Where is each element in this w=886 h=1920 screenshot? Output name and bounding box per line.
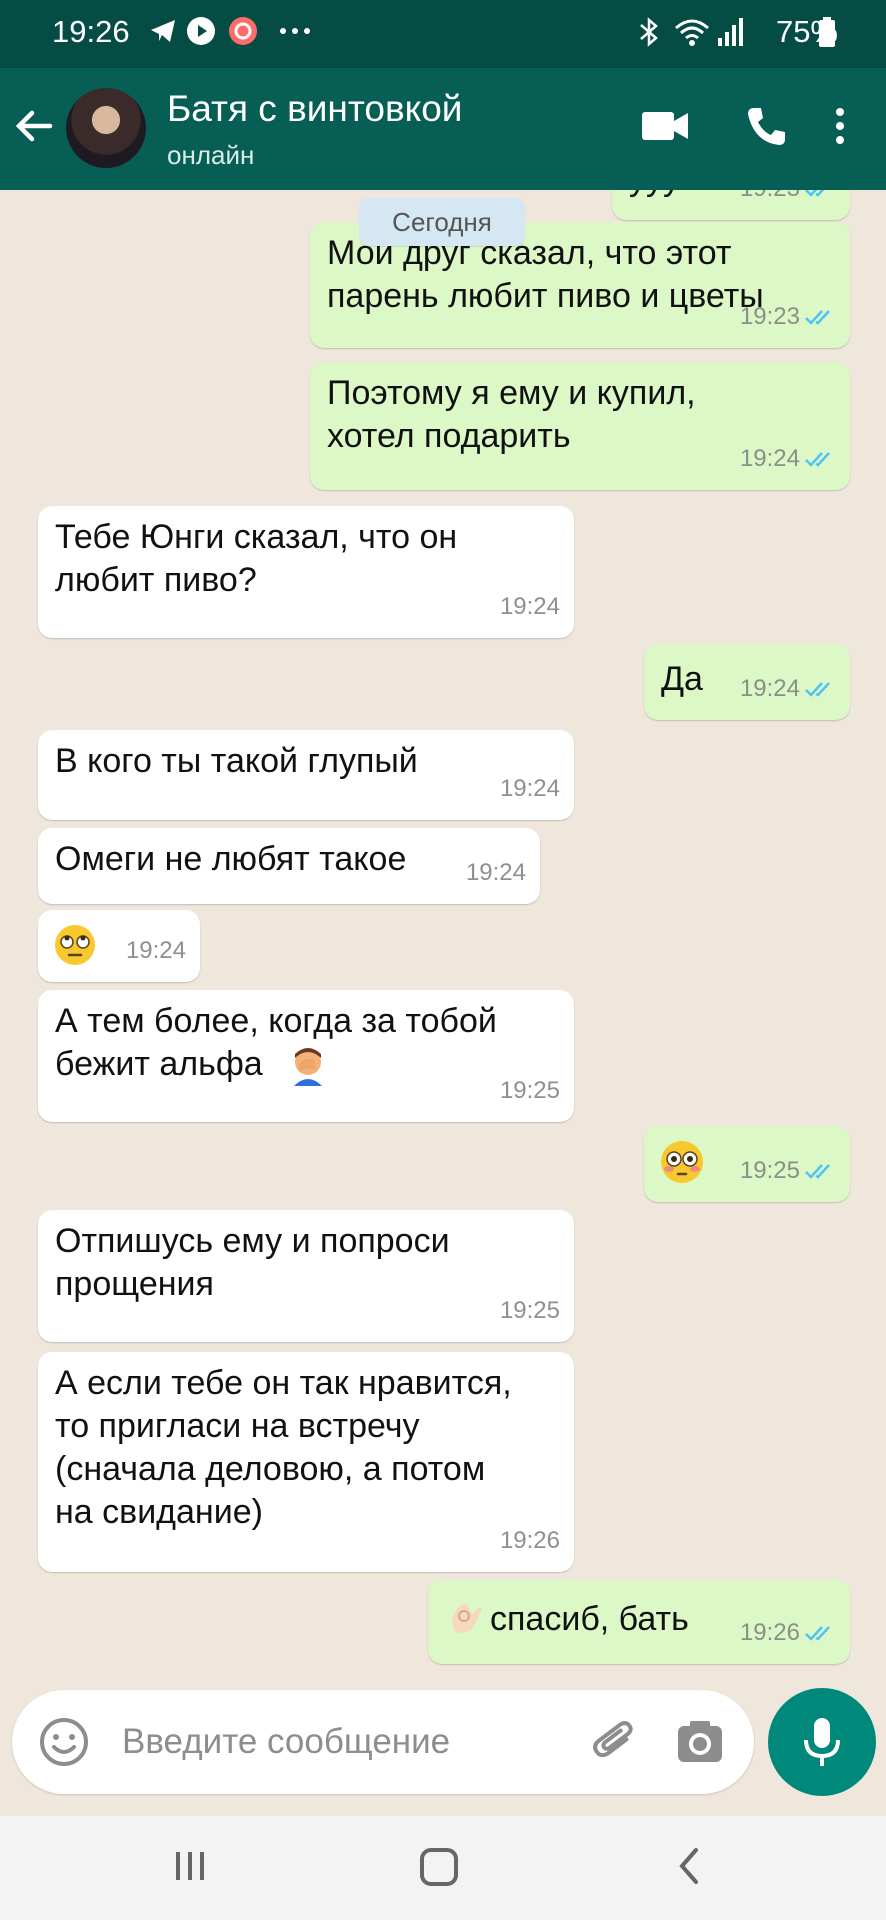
message-bubble-incoming[interactable]: А тем более, когда за тобой бежит альфа … xyxy=(38,990,574,1122)
message-text: В кого ты такой глупый xyxy=(55,742,418,780)
message-meta: 19:25 xyxy=(500,1289,560,1332)
message-meta: 19:24 xyxy=(740,437,836,480)
message-text: Отпишусь ему и попроси прощения xyxy=(55,1222,450,1303)
message-meta: 19:24 xyxy=(500,585,560,628)
message-text: А если тебе он так нравится, то пригласи… xyxy=(55,1364,512,1531)
face-with-rolling-eyes-emoji-icon xyxy=(55,925,95,965)
person-facepalming-emoji-icon xyxy=(294,1048,322,1086)
read-ticks-icon xyxy=(805,1625,830,1641)
wifi-icon xyxy=(675,19,709,46)
message-time: 19:24 xyxy=(739,445,800,472)
chat-header: Батя с винтовкой онлайн xyxy=(0,68,886,190)
read-ticks-icon xyxy=(805,309,830,325)
message-text: ууу xyxy=(629,190,680,201)
message-time: 19:24 xyxy=(499,775,560,802)
message-time: 19:25 xyxy=(739,1157,800,1184)
message-text: А тем более, когда за тобой бежит альфа xyxy=(55,1002,497,1083)
read-ticks-icon xyxy=(805,190,824,197)
ok-hand-emoji-icon xyxy=(452,1604,482,1633)
message-bubble-incoming[interactable]: Отпишусь ему и попроси прощения 19:25 xyxy=(38,1210,574,1342)
battery-icon xyxy=(819,17,835,47)
recent-apps-icon[interactable] xyxy=(170,1846,210,1886)
message-text: спасиб, бать xyxy=(490,1600,689,1638)
camera-icon[interactable] xyxy=(674,1716,726,1768)
message-time: 19:23 xyxy=(739,303,800,330)
message-meta: 19:25 xyxy=(740,1149,836,1192)
message-bubble-outgoing[interactable]: спасиб, бать 19:26 xyxy=(428,1580,850,1664)
message-meta: 19:26 xyxy=(500,1519,560,1562)
message-composer[interactable]: Введите сообщение xyxy=(12,1690,754,1794)
contact-status: онлайн xyxy=(167,140,255,170)
paperclip-icon[interactable] xyxy=(590,1716,642,1768)
message-time: 19:23 xyxy=(740,190,800,210)
chat-area[interactable]: ууу 19:23 Мой друг сказал, что этот паре… xyxy=(0,190,886,1820)
sync-app-icon xyxy=(229,17,257,45)
message-bubble-outgoing[interactable]: 19:25 xyxy=(644,1126,850,1202)
bluetooth-icon xyxy=(640,17,658,47)
message-bubble-incoming[interactable]: Тебе Юнги сказал, что он любит пиво? 19:… xyxy=(38,506,574,638)
message-time: 19:24 xyxy=(739,675,800,702)
message-bubble-incoming[interactable]: Омеги не любят такое 19:24 xyxy=(38,828,540,904)
message-meta: 19:25 xyxy=(500,1069,560,1112)
message-bubble-incoming[interactable]: 19:24 xyxy=(38,910,200,982)
avatar[interactable] xyxy=(66,88,146,168)
flushed-face-emoji-icon xyxy=(661,1141,703,1183)
phone-icon[interactable] xyxy=(744,104,788,148)
message-bubble-outgoing[interactable]: Поэтому я ему и купил, хотел подарить 19… xyxy=(310,362,850,490)
message-meta: 19:24 xyxy=(466,851,526,894)
message-time: 19:24 xyxy=(125,937,186,964)
message-input[interactable]: Введите сообщение xyxy=(122,1722,450,1762)
message-bubble-outgoing[interactable]: ууу 19:23 xyxy=(612,190,850,220)
message-text: Поэтому я ему и купил, хотел подарить xyxy=(327,374,696,455)
more-notifications-icon xyxy=(280,28,310,34)
message-meta: 19:23 xyxy=(740,295,836,338)
message-time: 19:25 xyxy=(499,1297,560,1324)
message-bubble-incoming[interactable]: В кого ты такой глупый 19:24 xyxy=(38,730,574,820)
contact-name[interactable]: Батя с винтовкой xyxy=(167,88,462,130)
message-text: Да xyxy=(661,660,703,698)
read-ticks-icon xyxy=(805,451,830,467)
message-time: 19:24 xyxy=(499,593,560,620)
arrow-left-icon[interactable] xyxy=(12,104,56,148)
more-vertical-icon[interactable] xyxy=(830,104,850,148)
mic-icon xyxy=(804,1718,840,1766)
message-meta: 19:26 xyxy=(740,1611,836,1654)
message-meta: 19:24 xyxy=(500,767,560,810)
date-divider: Сегодня xyxy=(359,198,525,246)
message-bubble-incoming[interactable]: А если тебе он так нравится, то пригласи… xyxy=(38,1352,574,1572)
message-time: 19:26 xyxy=(739,1619,800,1646)
video-call-icon[interactable] xyxy=(640,104,690,148)
nav-back-icon[interactable] xyxy=(672,1846,708,1886)
message-meta: 19:24 xyxy=(126,929,186,972)
message-meta: 19:24 xyxy=(740,667,836,710)
voice-record-button[interactable] xyxy=(768,1688,876,1796)
youtube-icon xyxy=(187,17,215,45)
message-text: Омеги не любят такое xyxy=(55,840,407,878)
status-bar: 19:26 75% xyxy=(0,0,886,68)
message-time: 19:24 xyxy=(465,859,526,886)
message-bubble-outgoing[interactable]: Да 19:24 xyxy=(644,644,850,720)
signal-icon xyxy=(718,18,743,46)
system-nav-bar xyxy=(0,1816,886,1920)
home-icon[interactable] xyxy=(418,1846,460,1888)
message-meta: 19:23 xyxy=(740,190,836,210)
read-ticks-icon xyxy=(805,1163,830,1179)
emoji-icon[interactable] xyxy=(38,1716,90,1768)
read-ticks-icon xyxy=(805,681,830,697)
message-time: 19:25 xyxy=(499,1077,560,1104)
message-text: Тебе Юнги сказал, что он любит пиво? xyxy=(55,518,458,599)
telegram-icon xyxy=(151,20,175,42)
message-time: 19:26 xyxy=(499,1527,560,1554)
status-time: 19:26 xyxy=(52,14,130,49)
